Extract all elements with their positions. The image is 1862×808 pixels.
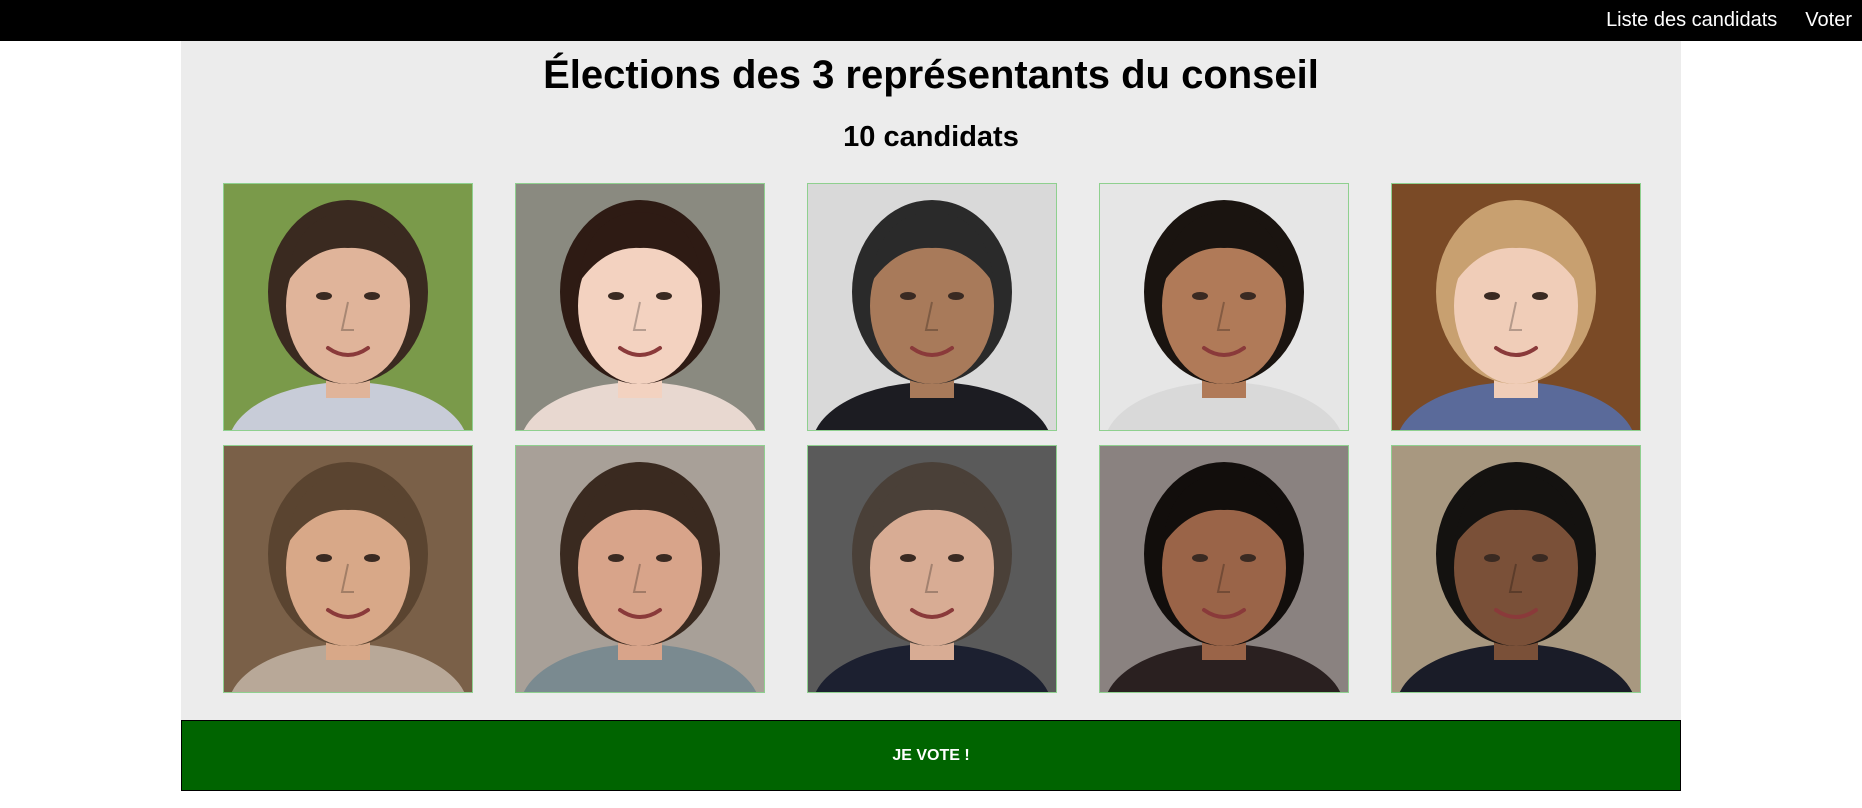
vote-button[interactable]: JE VOTE ! xyxy=(181,720,1681,791)
candidate-photo xyxy=(1392,446,1640,692)
candidate-count: 10 candidats xyxy=(843,121,1019,153)
candidate-card[interactable] xyxy=(807,183,1057,431)
candidate-card[interactable] xyxy=(223,183,473,431)
candidate-photo xyxy=(1100,184,1348,430)
candidate-card[interactable] xyxy=(223,445,473,693)
candidate-photo xyxy=(808,446,1056,692)
candidate-grid xyxy=(223,183,1641,693)
election-panel: Élections des 3 représentants du conseil… xyxy=(181,41,1681,720)
candidate-photo xyxy=(224,446,472,692)
candidate-card[interactable] xyxy=(1391,183,1641,431)
candidate-card[interactable] xyxy=(807,445,1057,693)
candidate-photo xyxy=(1100,446,1348,692)
nav-link-candidates-list[interactable]: Liste des candidats xyxy=(1606,9,1777,32)
candidate-card[interactable] xyxy=(1099,183,1349,431)
candidate-card[interactable] xyxy=(515,445,765,693)
page-title: Élections des 3 représentants du conseil xyxy=(543,53,1319,97)
candidate-photo xyxy=(516,446,764,692)
nav-link-vote[interactable]: Voter xyxy=(1805,9,1852,32)
top-navigation-bar: Liste des candidats Voter xyxy=(0,0,1862,41)
candidate-photo xyxy=(1392,184,1640,430)
candidate-card[interactable] xyxy=(1099,445,1349,693)
candidate-card[interactable] xyxy=(515,183,765,431)
candidate-card[interactable] xyxy=(1391,445,1641,693)
candidate-photo xyxy=(224,184,472,430)
candidate-photo xyxy=(808,184,1056,430)
main-nav: Liste des candidats Voter xyxy=(1606,0,1862,41)
candidate-photo xyxy=(516,184,764,430)
